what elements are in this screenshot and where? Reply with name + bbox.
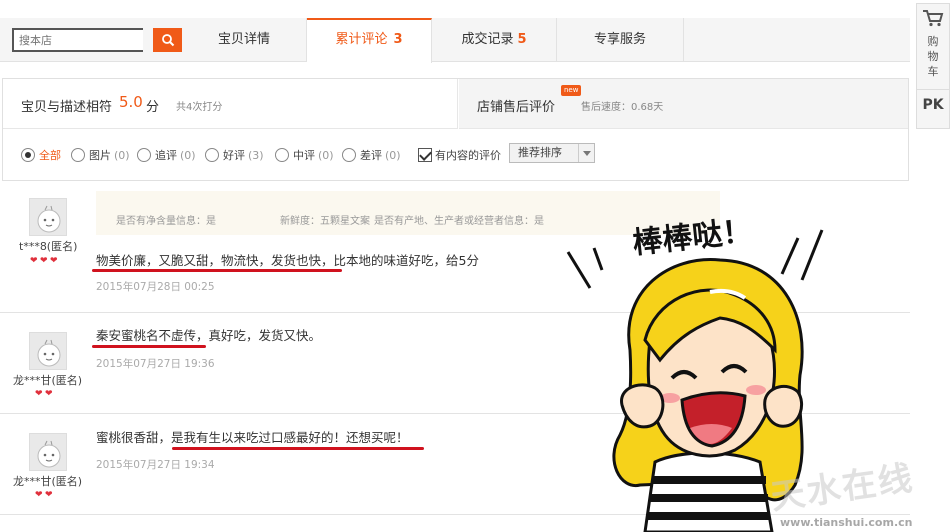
review-content: 秦安蜜桃名不虚传，真好吃，发货又快。 bbox=[96, 328, 322, 343]
tab-sales-label: 成交记录 bbox=[461, 32, 514, 47]
product-tab-bar: 宝贝详情 累计评论 3 成交记录5 专享服务 bbox=[0, 18, 910, 63]
tab-reviews[interactable]: 累计评论 3 bbox=[307, 18, 432, 63]
radio-icon bbox=[137, 148, 151, 162]
default-avatar-icon bbox=[37, 440, 61, 468]
shop-search-button[interactable] bbox=[153, 28, 182, 52]
tab-sales-records[interactable]: 成交记录 5 bbox=[432, 18, 557, 62]
checkbox-checked-icon bbox=[418, 148, 432, 162]
avatar bbox=[29, 198, 67, 236]
filter-neutral[interactable]: 中评 (0) bbox=[275, 147, 334, 163]
filter-negative[interactable]: 差评 (0) bbox=[342, 147, 401, 163]
tab-service-label: 专享服务 bbox=[593, 32, 646, 47]
tab-product-detail[interactable]: 宝贝详情 bbox=[182, 18, 307, 62]
match-unit: 分 bbox=[146, 100, 160, 115]
default-avatar-icon bbox=[37, 339, 61, 367]
default-avatar-icon bbox=[37, 205, 61, 233]
filter-followup-label: 追评 bbox=[155, 149, 177, 162]
highlight-underline bbox=[92, 345, 206, 348]
filter-with-content-checkbox[interactable]: 有内容的评价 bbox=[418, 147, 501, 163]
filter-followup[interactable]: 追评 (0) bbox=[137, 147, 196, 163]
filter-neutral-label: 中评 bbox=[293, 149, 315, 162]
attribute-net-content: 是否有净含量信息：是 bbox=[116, 216, 216, 227]
heart-icon: ❤ bbox=[40, 256, 48, 266]
avatar bbox=[29, 433, 67, 471]
filter-negative-count: (0) bbox=[385, 148, 401, 162]
filter-neutral-count: (0) bbox=[318, 148, 334, 162]
filter-negative-label: 差评 bbox=[360, 149, 382, 162]
cart-icon bbox=[923, 10, 944, 27]
review-date: 2015年07月28日 00:25 bbox=[96, 281, 215, 293]
review-content: 蜜桃很香甜，是我有生以来吃过口感最好的！还想买呢！ bbox=[96, 430, 409, 445]
rating-summary: 宝贝与描述相符 5.0 分 共4次打分 店铺售后评价 new 售后速度：0.68… bbox=[2, 78, 909, 181]
heart-icon: ❤ bbox=[45, 490, 53, 500]
tab-product-detail-label: 宝贝详情 bbox=[217, 32, 270, 47]
tab-reviews-label: 累计评论 bbox=[335, 32, 388, 47]
filter-pictures-count: (0) bbox=[114, 148, 130, 162]
shop-search bbox=[12, 28, 182, 52]
review-filters: 全部 图片 (0) 追评 (0) 好评 (3) 中评 (0) 差评 (0) 有内容的评价 … bbox=[3, 130, 908, 180]
heart-icon: ❤ bbox=[30, 256, 38, 266]
heart-icon: ❤ bbox=[45, 389, 53, 399]
filter-pictures[interactable]: 图片 (0) bbox=[71, 147, 130, 163]
aftersale-speed: 售后速度：0.68天 bbox=[581, 102, 664, 113]
review-content: 物美价廉，又脆又甜，物流快，发货也快，比本地的味道好吃，给5分 bbox=[96, 253, 479, 268]
cart-button[interactable]: 购物车 bbox=[917, 4, 949, 90]
radio-icon bbox=[71, 148, 85, 162]
radio-icon bbox=[342, 148, 356, 162]
review-date: 2015年07月27日 19:36 bbox=[96, 358, 215, 370]
tab-exclusive-service[interactable]: 专享服务 bbox=[557, 18, 684, 62]
reviewer-name: 龙***甘(匿名) bbox=[13, 374, 83, 387]
highlight-underline bbox=[172, 447, 424, 450]
filter-positive[interactable]: 好评 (3) bbox=[205, 147, 264, 163]
aftersale-rating[interactable]: 店铺售后评价 new 售后速度：0.68天 bbox=[459, 79, 908, 129]
avatar bbox=[29, 332, 67, 370]
sort-dropdown-value: 推荐排序 bbox=[518, 146, 562, 159]
radio-icon bbox=[205, 148, 219, 162]
attribute-origin: 是否有产地、生产者或经营者信息：是 bbox=[374, 216, 544, 227]
filter-all-label: 全部 bbox=[39, 149, 61, 162]
pk-button[interactable]: PK bbox=[917, 97, 949, 113]
reviewer-name: 龙***甘(匿名) bbox=[13, 475, 83, 488]
floating-sidebar: 购物车 PK bbox=[916, 3, 950, 129]
filter-pictures-label: 图片 bbox=[89, 149, 111, 162]
pk-label: PK bbox=[922, 97, 944, 113]
review-date: 2015年07月27日 19:34 bbox=[96, 459, 215, 471]
tab-sales-count: 5 bbox=[517, 32, 527, 47]
site-watermark-url: www.tianshui.com.cn bbox=[780, 516, 913, 529]
match-count: 共4次打分 bbox=[176, 102, 223, 113]
shop-search-input[interactable] bbox=[12, 28, 143, 52]
reviewer-name: t***8(匿名) bbox=[19, 240, 78, 253]
filter-with-content-label: 有内容的评价 bbox=[435, 149, 501, 162]
chevron-down-icon bbox=[578, 144, 594, 162]
heart-icon: ❤ bbox=[35, 389, 43, 399]
heart-icon: ❤ bbox=[50, 256, 58, 266]
new-badge: new bbox=[561, 85, 582, 96]
radio-icon bbox=[275, 148, 289, 162]
highlight-underline bbox=[92, 269, 342, 272]
heart-icon: ❤ bbox=[35, 490, 43, 500]
radio-icon bbox=[21, 148, 35, 162]
filter-positive-count: (3) bbox=[248, 148, 264, 162]
filter-positive-label: 好评 bbox=[223, 149, 245, 162]
cart-label: 购物车 bbox=[927, 35, 939, 78]
buyer-rank: ❤ ❤ bbox=[35, 490, 54, 500]
description-match-rating: 宝贝与描述相符 5.0 分 共4次打分 bbox=[3, 79, 458, 129]
match-score: 5.0 bbox=[119, 93, 143, 111]
match-label: 宝贝与描述相符 bbox=[21, 100, 113, 115]
filter-all[interactable]: 全部 bbox=[21, 147, 61, 163]
filter-followup-count: (0) bbox=[180, 148, 196, 162]
buyer-rank: ❤ ❤ bbox=[35, 389, 54, 399]
aftersale-label: 店铺售后评价 bbox=[477, 100, 556, 115]
search-icon bbox=[161, 34, 174, 47]
attribute-freshness: 新鲜度：五颗星文案 bbox=[280, 216, 370, 227]
sort-dropdown[interactable]: 推荐排序 bbox=[509, 143, 595, 163]
buyer-rank: ❤ ❤ ❤ bbox=[30, 256, 59, 266]
tab-reviews-count: 3 bbox=[393, 32, 403, 47]
